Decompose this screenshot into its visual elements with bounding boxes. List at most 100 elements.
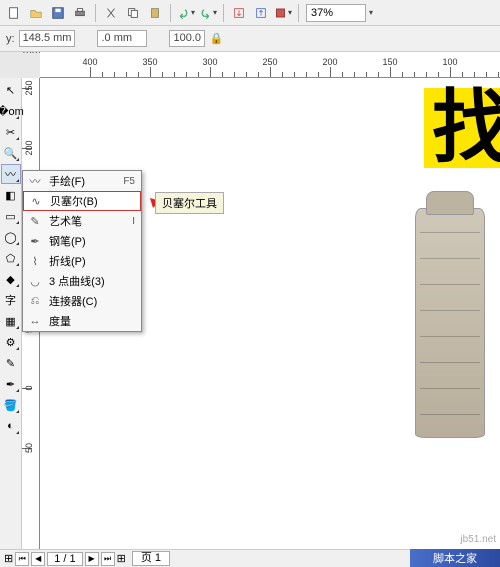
y-field[interactable]: 148.5 mm: [19, 30, 76, 47]
copy-icon[interactable]: [123, 3, 143, 23]
lock-icon[interactable]: 🔒: [209, 32, 223, 46]
toolbox: ↖ �om ✂ 🔍 〰 ◧ ▭ ◯ ⬠ ◆ 字 ▦ ⚙ ✎ ✒ 🪣 ◐: [0, 78, 22, 549]
watermark: jb51.net: [460, 534, 496, 545]
undo-icon[interactable]: ▾: [176, 3, 196, 23]
export-icon[interactable]: [251, 3, 271, 23]
tooltip: 贝塞尔工具: [155, 192, 224, 214]
save-icon[interactable]: [48, 3, 68, 23]
menu-item-shortcut: I: [132, 216, 135, 227]
menu-item-shortcut: F5: [123, 176, 135, 187]
interactive-tool-icon[interactable]: ⚙: [1, 332, 21, 352]
separator: [223, 4, 224, 22]
eyedropper-icon[interactable]: ✎: [1, 353, 21, 373]
publish-icon[interactable]: ▾: [273, 3, 293, 23]
ruler-label: 400: [82, 57, 97, 67]
ruler-label: 250: [262, 57, 277, 67]
menu-item-label: 度量: [49, 313, 129, 329]
fill-tool-icon[interactable]: 🪣: [1, 395, 21, 415]
menu-item-label: 连接器(C): [49, 293, 129, 309]
separator: [95, 4, 96, 22]
ruler-horizontal: 400350300250200150100: [40, 52, 500, 78]
canvas-text: 找: [424, 88, 500, 168]
artistic-icon: ✎: [27, 213, 43, 229]
link-icon: [151, 32, 165, 46]
outline-tool-icon[interactable]: ✒: [1, 374, 21, 394]
curve-tool-icon[interactable]: 〰: [1, 164, 21, 184]
shape-tool-icon[interactable]: �om: [1, 101, 21, 121]
menu-item-artistic[interactable]: ✎ 艺术笔 I: [23, 211, 141, 231]
ruler-label: 300: [202, 57, 217, 67]
connector-icon: ⎌: [27, 293, 43, 309]
menu-item-freehand[interactable]: 〰手绘(F) F5: [23, 171, 141, 191]
crop-tool-icon[interactable]: ✂: [1, 122, 21, 142]
page-tab[interactable]: 页 1: [132, 551, 170, 566]
menu-item-label: 折线(P): [49, 253, 129, 269]
cut-icon[interactable]: [101, 3, 121, 23]
h-field[interactable]: .0 mm: [97, 30, 147, 47]
menu-item-label: 3 点曲线(3): [49, 273, 129, 289]
chevron-down-icon: ▾: [288, 8, 292, 17]
smart-fill-icon[interactable]: ◧: [1, 185, 21, 205]
redo-icon[interactable]: ▾: [198, 3, 218, 23]
paste-icon[interactable]: [145, 3, 165, 23]
page-navigator: ⊞ ⏮ ◀ 1 / 1 ▶ ⏭ ⊞ 页 1: [0, 551, 174, 566]
freehand-icon: 〰: [27, 173, 43, 189]
canvas-image-bell: [415, 208, 485, 438]
prev-page-button[interactable]: ◀: [31, 552, 45, 566]
page-add-icon[interactable]: ⊞: [4, 552, 13, 565]
zoom-input[interactable]: [306, 4, 366, 22]
separator: [170, 4, 171, 22]
menu-item-label: 钢笔(P): [49, 233, 129, 249]
sy-field[interactable]: 100.0: [169, 30, 205, 47]
page-add-icon[interactable]: ⊞: [117, 552, 126, 565]
y-label: y:: [6, 33, 15, 45]
chevron-down-icon: ▾: [191, 8, 195, 17]
ruler-label: 50: [24, 443, 34, 453]
basic-shapes-icon[interactable]: ◆: [1, 269, 21, 289]
menu-item-pen[interactable]: ✒ 钢笔(P): [23, 231, 141, 251]
page-indicator[interactable]: 1 / 1: [47, 552, 82, 566]
polygon-tool-icon[interactable]: ⬠: [1, 248, 21, 268]
rectangle-tool-icon[interactable]: ▭: [1, 206, 21, 226]
main-toolbar: ▾ ▾ ▾ ▾: [0, 0, 500, 26]
transparency-icon[interactable]: ◐: [1, 416, 21, 436]
link-icon: [79, 32, 93, 46]
next-page-button[interactable]: ▶: [85, 552, 99, 566]
ruler-label: 0: [24, 385, 34, 390]
separator: [298, 4, 299, 22]
menu-item-3point[interactable]: ◡ 3 点曲线(3): [23, 271, 141, 291]
property-bar-2: y: 148.5 mm .0 mm 100.0 🔒: [0, 26, 500, 52]
3point-icon: ◡: [27, 273, 43, 289]
menu-item-label: 艺术笔: [49, 213, 126, 229]
ruler-label: 200: [322, 57, 337, 67]
ruler-label: 100: [442, 57, 457, 67]
ruler-label: 200: [24, 140, 34, 155]
brand-badge: 脚本之家: [410, 549, 500, 567]
table-tool-icon[interactable]: ▦: [1, 311, 21, 331]
chevron-down-icon: ▾: [213, 8, 217, 17]
new-icon[interactable]: [4, 3, 24, 23]
pen-icon: ✒: [27, 233, 43, 249]
menu-item-polyline[interactable]: ⌇ 折线(P): [23, 251, 141, 271]
curve-flyout-menu: 〰手绘(F) F5 ∿ 贝塞尔(B) ✎ 艺术笔 I ✒ 钢笔(P) ⌇ 折线(P) ◡ 3 点曲线(3…: [22, 170, 142, 332]
open-icon[interactable]: [26, 3, 46, 23]
pick-tool-icon[interactable]: ↖: [1, 80, 21, 100]
first-page-button[interactable]: ⏮: [15, 552, 29, 566]
menu-item-connector[interactable]: ⎌ 连接器(C): [23, 291, 141, 311]
ellipse-tool-icon[interactable]: ◯: [1, 227, 21, 247]
menu-item-label: 贝塞尔(B): [50, 193, 128, 209]
ruler-label: 150: [382, 57, 397, 67]
menu-item-bezier[interactable]: ∿ 贝塞尔(B): [23, 191, 141, 211]
polyline-icon: ⌇: [27, 253, 43, 269]
text-tool-icon[interactable]: 字: [1, 290, 21, 310]
dimension-icon: ↔: [27, 313, 43, 329]
import-icon[interactable]: [229, 3, 249, 23]
ruler-label: 250: [24, 80, 34, 95]
chevron-down-icon[interactable]: ▾: [369, 8, 373, 17]
print-icon[interactable]: [70, 3, 90, 23]
menu-item-dimension[interactable]: ↔ 度量: [23, 311, 141, 331]
menu-item-label: 手绘(F): [49, 173, 117, 189]
bezier-icon: ∿: [28, 193, 44, 209]
last-page-button[interactable]: ⏭: [101, 552, 115, 566]
zoom-tool-icon[interactable]: 🔍: [1, 143, 21, 163]
